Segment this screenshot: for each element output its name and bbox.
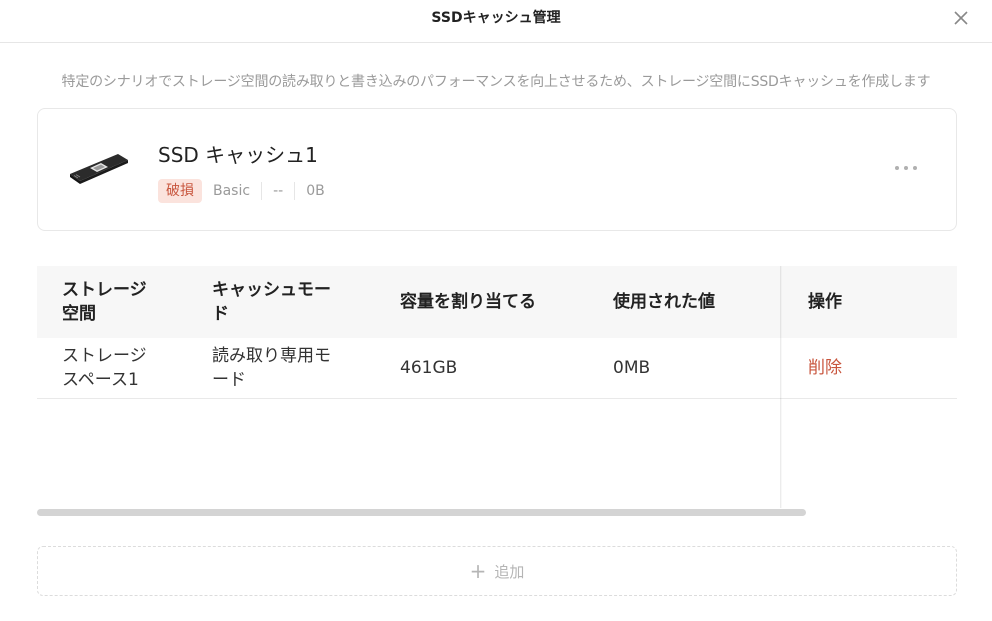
table-row: ストレージスペース1 読み取り専用モード 461GB 0MB 削除 (37, 338, 957, 399)
column-header-used: 使用された値 (613, 292, 715, 312)
delete-button[interactable]: 削除 (808, 338, 908, 398)
table-header: ストレージ空間 キャッシュモード 容量を割り当てる 使用された値 操作 (37, 266, 957, 338)
horizontal-scrollbar[interactable] (37, 509, 806, 516)
ssd-cache-card: SSD キャッシュ1 破損 Basic -- 0B (37, 108, 957, 231)
more-options-icon[interactable] (894, 157, 918, 170)
column-header-allocated: 容量を割り当てる (400, 292, 536, 312)
cell-allocated: 461GB (400, 358, 458, 378)
fixed-column-shadow (780, 266, 782, 508)
health-value: -- (262, 182, 296, 200)
cell-storage: ストレージスペース1 (62, 346, 147, 390)
column-header-mode: キャッシュモード (212, 280, 331, 324)
ssd-drive-icon (66, 147, 132, 187)
status-badge: 破損 (158, 179, 202, 203)
cell-mode: 読み取り専用モード (212, 346, 331, 390)
cache-size: 0B (306, 183, 325, 199)
cell-used: 0MB (613, 358, 651, 378)
storage-table: ストレージ空間 キャッシュモード 容量を割り当てる 使用された値 操作 ストレー… (37, 266, 957, 508)
add-button[interactable]: + 追加 (37, 546, 957, 596)
close-icon[interactable] (948, 5, 974, 31)
add-button-label: 追加 (494, 562, 525, 581)
dialog-description: 特定のシナリオでストレージ空間の読み取りと書き込みのパフォーマンスを向上させるた… (61, 74, 931, 90)
dialog-title: SSDキャッシュ管理 (431, 10, 561, 26)
dialog-header: SSDキャッシュ管理 (0, 0, 992, 43)
raid-type: Basic (202, 182, 263, 200)
column-header-actions: 操作 (808, 292, 842, 312)
plus-icon: + (469, 559, 487, 583)
cache-name: SSD キャッシュ1 (158, 143, 318, 167)
column-header-storage: ストレージ空間 (62, 280, 147, 324)
cache-info-tags: 破損 Basic -- 0B (158, 179, 336, 203)
